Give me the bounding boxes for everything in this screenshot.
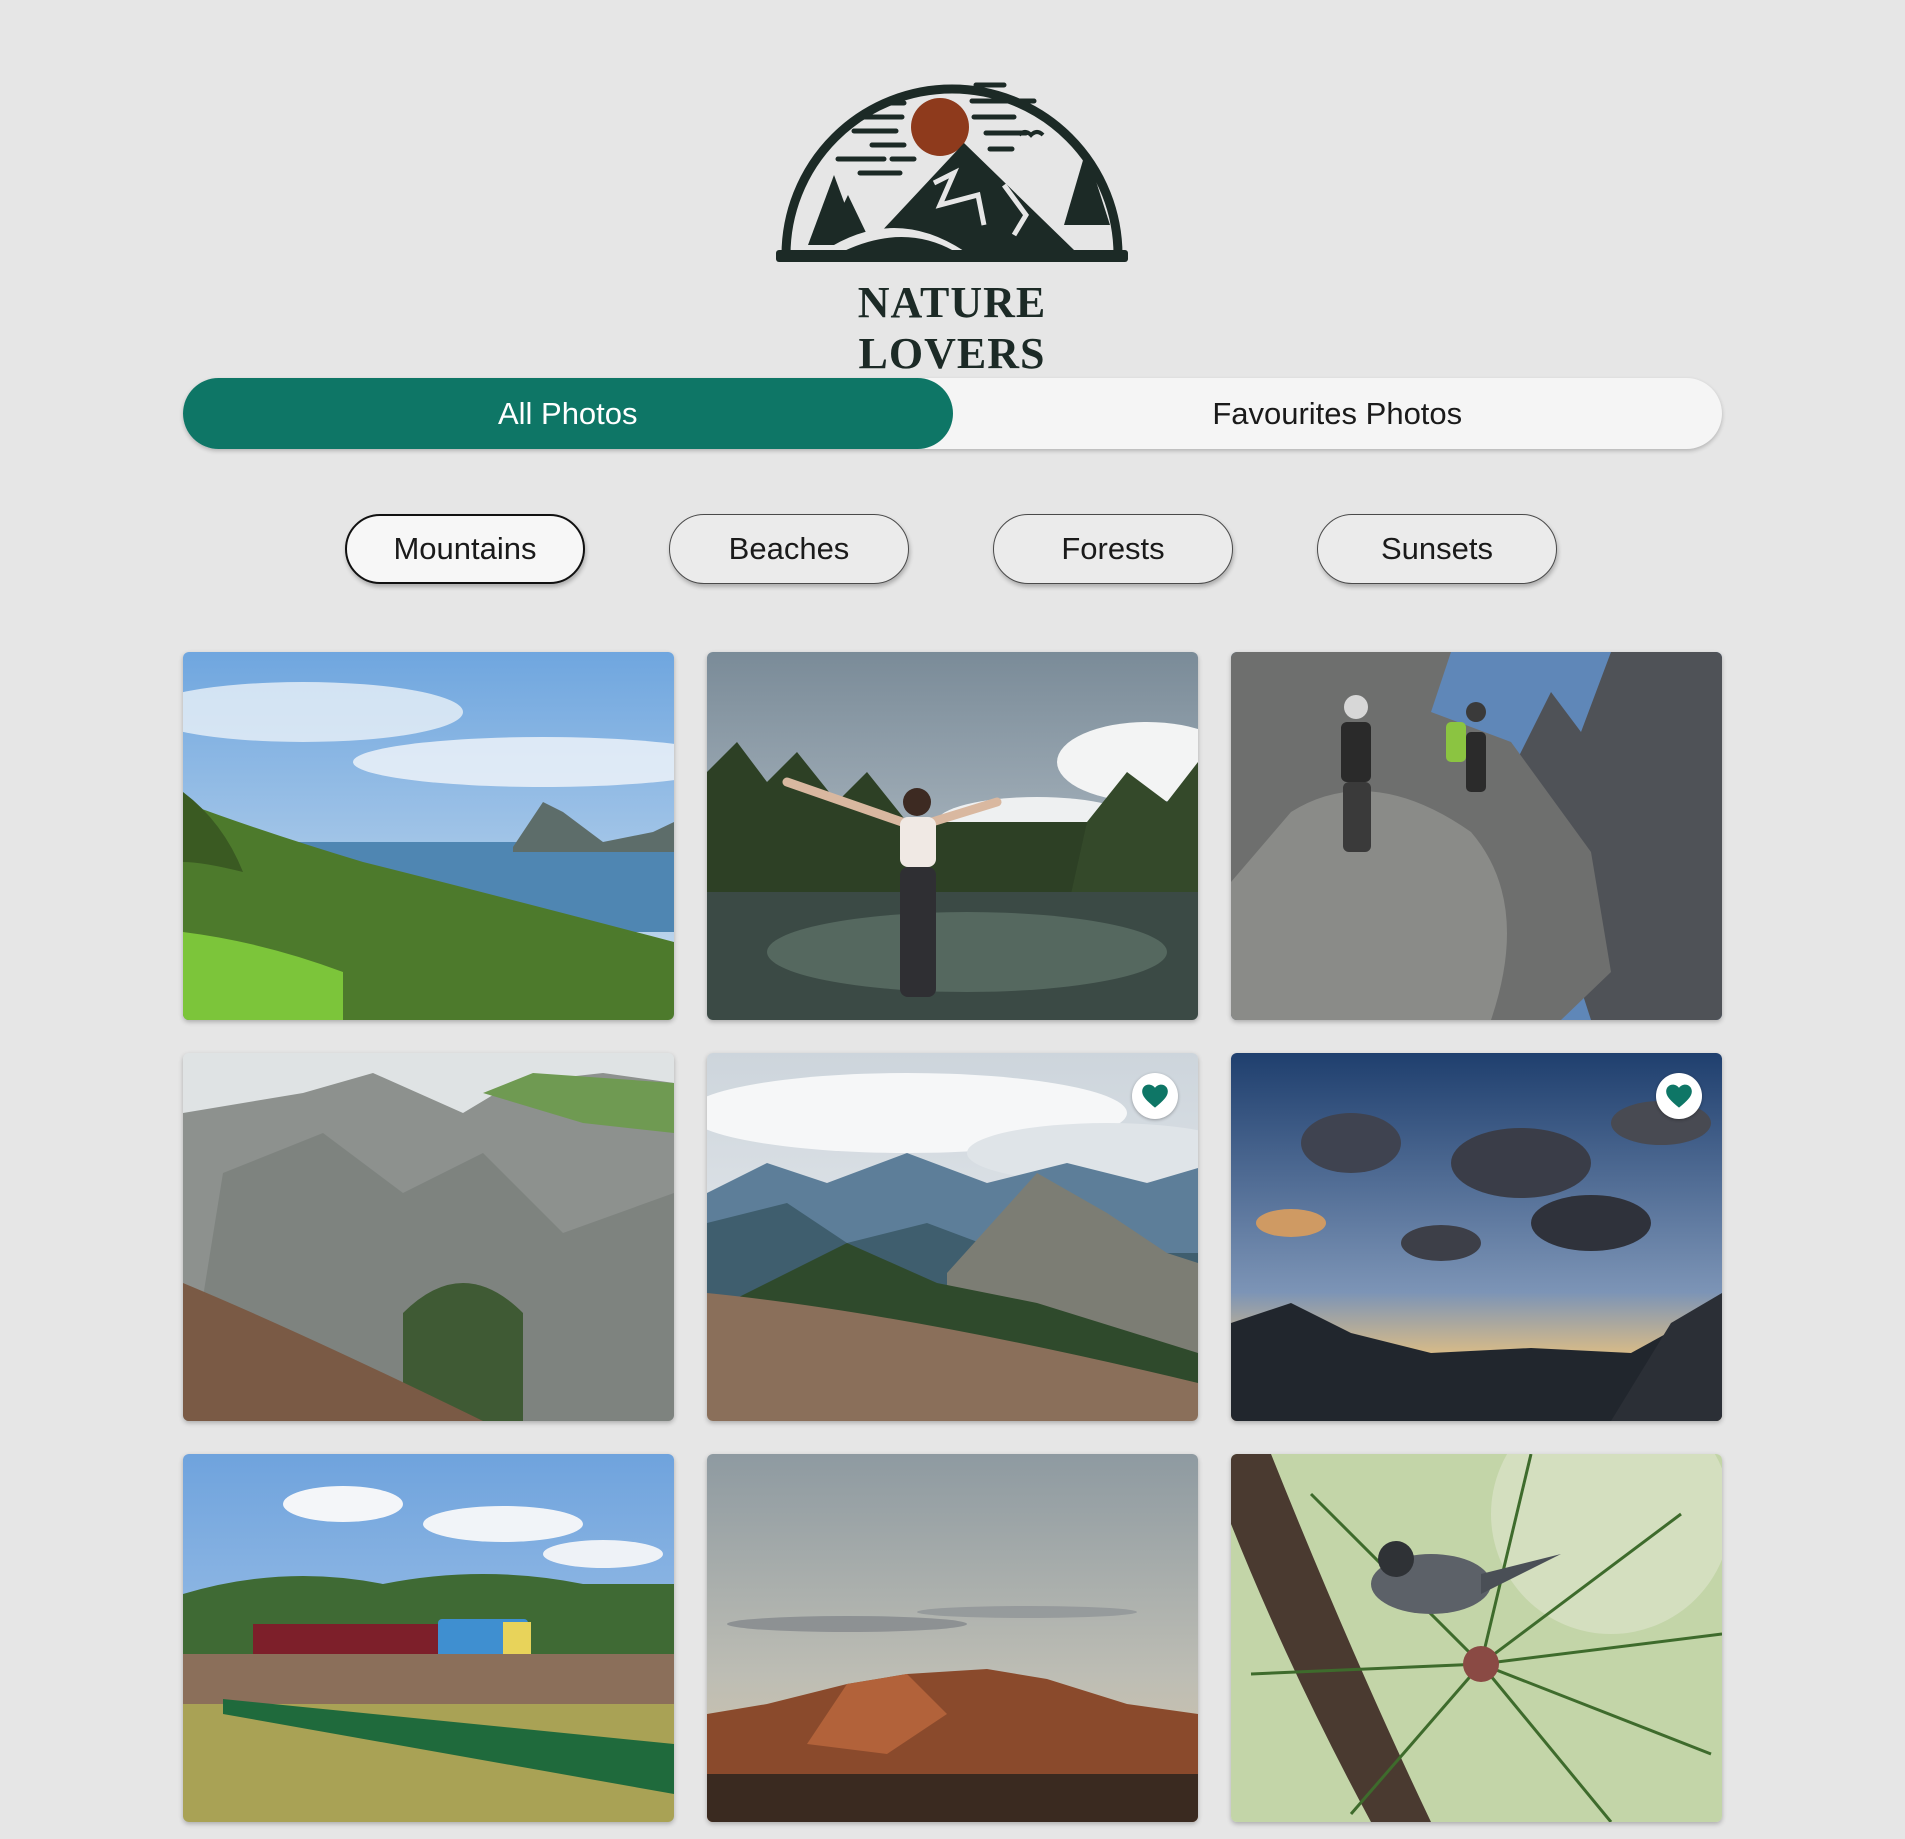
photo-rocky-mountain [183, 1053, 674, 1421]
nature-lovers-logo: NATURE LOVERS [764, 55, 1140, 378]
photo-card[interactable] [707, 1454, 1198, 1822]
category-filter-bar: Mountains Beaches Forests Sunsets [0, 514, 1905, 588]
photo-bird-pine [1231, 1454, 1722, 1822]
photo-card[interactable] [707, 1053, 1198, 1421]
photo-grid [183, 652, 1722, 1822]
heart-icon [1142, 1084, 1168, 1108]
photo-card[interactable] [183, 652, 674, 1020]
category-chip-sunsets[interactable]: Sunsets [1317, 514, 1557, 584]
favourite-heart-button[interactable] [1656, 1073, 1702, 1119]
photo-card[interactable] [1231, 652, 1722, 1020]
photo-card[interactable] [183, 1053, 674, 1421]
photo-alpine-valley [707, 1053, 1198, 1421]
photo-hiker-lake [707, 652, 1198, 1020]
category-chip-beaches[interactable]: Beaches [669, 514, 909, 584]
favourite-heart-button[interactable] [1132, 1073, 1178, 1119]
mountain-sun-logo-icon [776, 82, 1128, 262]
photo-dusk-ridge [707, 1454, 1198, 1822]
heart-icon [1666, 1084, 1692, 1108]
photo-card[interactable] [1231, 1053, 1722, 1421]
category-chip-mountains[interactable]: Mountains [345, 514, 585, 584]
photo-climbers [1231, 652, 1722, 1020]
logo-wordmark: NATURE LOVERS [857, 278, 1047, 378]
photo-card[interactable] [1231, 1454, 1722, 1822]
photo-sunset-clouds [1231, 1053, 1722, 1421]
photo-card[interactable] [707, 652, 1198, 1020]
category-chip-forests[interactable]: Forests [993, 514, 1233, 584]
photo-view-toggle: All Photos Favourites Photos [183, 378, 1722, 449]
tab-favourites-photos[interactable]: Favourites Photos [953, 378, 1723, 449]
tab-all-photos[interactable]: All Photos [183, 378, 953, 449]
photo-card[interactable] [183, 1454, 674, 1822]
photo-coastal-hills [183, 652, 674, 1020]
photo-train [183, 1454, 674, 1822]
